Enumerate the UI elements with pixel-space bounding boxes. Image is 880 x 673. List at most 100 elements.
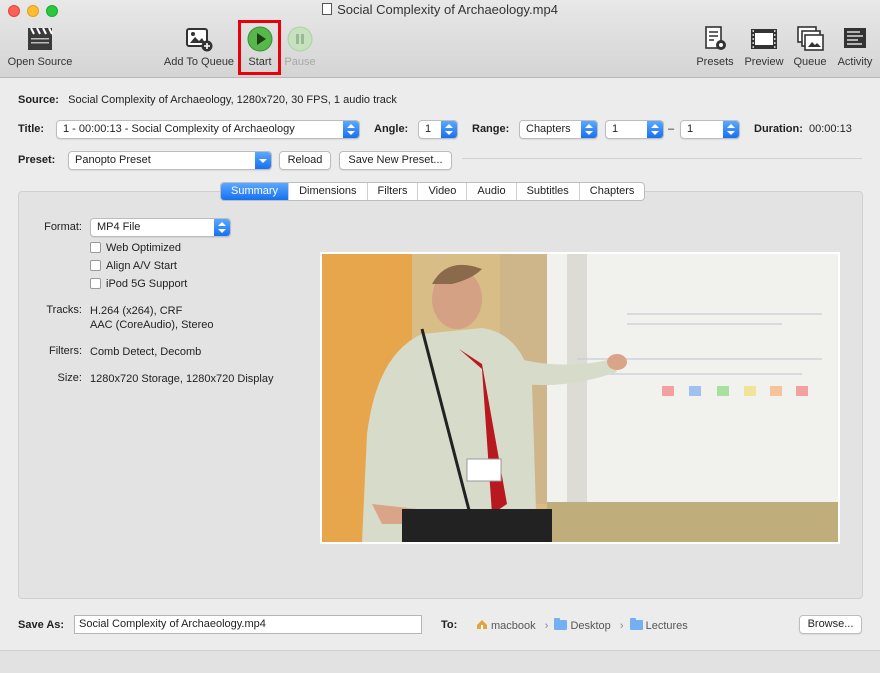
add-photo-icon xyxy=(186,28,213,52)
angle-select[interactable]: 1 xyxy=(418,120,458,139)
preview-button[interactable]: Preview xyxy=(740,24,788,68)
path-desktop-label: Desktop xyxy=(570,620,611,632)
size-value: 1280x720 Storage, 1280x720 Display xyxy=(90,373,274,385)
clapperboard-icon xyxy=(28,27,53,50)
source-label: Source: xyxy=(18,94,59,106)
web-optimized-box xyxy=(90,242,101,253)
range-type-value: Chapters xyxy=(526,123,571,135)
activity-button[interactable]: Activity xyxy=(833,24,877,68)
preset-select[interactable]: Panopto Preset xyxy=(68,151,272,170)
web-optimized-label: Web Optimized xyxy=(106,242,181,254)
path-lectures-segment[interactable]: Lectures xyxy=(629,618,688,632)
start-highlight-box xyxy=(238,20,281,75)
duration-row: Duration: 00:00:13 xyxy=(754,123,852,135)
angle-label: Angle: xyxy=(374,123,409,135)
open-source-label: Open Source xyxy=(7,56,73,68)
format-label: Format: xyxy=(44,221,82,233)
window-title: Social Complexity of Archaeology.mp4 xyxy=(337,2,558,17)
format-select[interactable]: MP4 File xyxy=(90,218,231,237)
filters-value: Comb Detect, Decomb xyxy=(90,346,202,358)
range-start-value: 1 xyxy=(612,123,619,135)
lectures-folder-icon xyxy=(629,618,643,630)
align-av-checkbox[interactable]: Align A/V Start xyxy=(90,260,177,272)
open-source-button[interactable]: Open Source xyxy=(5,24,75,68)
tab-video[interactable]: Video xyxy=(418,183,468,200)
preset-select-chevron-icon xyxy=(255,152,271,169)
tab-summary[interactable]: Summary xyxy=(221,183,290,200)
presets-label: Presets xyxy=(696,56,734,68)
window-title-bar: Social Complexity of Archaeology.mp4 xyxy=(0,2,880,17)
range-label: Range: xyxy=(472,123,510,135)
path-home-segment[interactable]: macbook xyxy=(476,619,536,632)
range-type-select[interactable]: Chapters xyxy=(519,120,598,139)
tracks-value: H.264 (x264), CRF AAC (CoreAudio), Stere… xyxy=(90,304,214,332)
save-as-label: Save As: xyxy=(18,619,65,631)
save-as-input[interactable]: Social Complexity of Archaeology.mp4 xyxy=(74,615,422,634)
align-av-label: Align A/V Start xyxy=(106,260,177,272)
path-lectures-label: Lectures xyxy=(645,620,688,632)
duration-value: 00:00:13 xyxy=(809,123,852,135)
status-bar xyxy=(0,650,880,673)
source-value: Social Complexity of Archaeology, 1280x7… xyxy=(68,94,397,106)
preset-label: Preset: xyxy=(18,154,56,166)
ipod-support-checkbox[interactable]: iPod 5G Support xyxy=(90,278,187,290)
browse-button[interactable]: Browse... xyxy=(799,615,862,634)
film-strip-icon xyxy=(751,29,777,49)
filters-label: Filters: xyxy=(49,345,82,357)
tab-subtitles[interactable]: Subtitles xyxy=(517,183,580,200)
range-start-arrows-icon xyxy=(647,121,663,138)
queue-button[interactable]: Queue xyxy=(790,24,830,68)
activity-label: Activity xyxy=(837,56,873,68)
tab-filters[interactable]: Filters xyxy=(368,183,419,200)
tracks-label: Tracks: xyxy=(46,304,82,316)
add-to-queue-button[interactable]: Add To Queue xyxy=(160,24,238,68)
tab-audio[interactable]: Audio xyxy=(467,183,517,200)
format-select-value: MP4 File xyxy=(97,221,141,233)
path-chevron-icon: › xyxy=(544,620,549,632)
pause-button[interactable]: Pause xyxy=(282,24,318,68)
add-to-queue-label: Add To Queue xyxy=(163,56,235,68)
reload-button[interactable]: Reload xyxy=(279,151,331,170)
activity-log-icon xyxy=(844,28,866,48)
home-icon xyxy=(477,620,487,629)
to-label: To: xyxy=(441,619,458,631)
tab-dimensions[interactable]: Dimensions xyxy=(289,183,368,200)
presets-gear-icon xyxy=(705,26,726,50)
title-select-value: 1 - 00:00:13 - Social Complexity of Arch… xyxy=(63,123,295,135)
range-end-select[interactable]: 1 xyxy=(680,120,740,139)
desktop-folder-icon xyxy=(554,618,568,630)
range-start-select[interactable]: 1 xyxy=(605,120,664,139)
window-toolbar: Social Complexity of Archaeology.mp4 Ope… xyxy=(0,0,880,78)
video-preview-image xyxy=(320,252,840,544)
presets-button[interactable]: Presets xyxy=(693,24,737,68)
angle-select-arrows-icon xyxy=(441,121,457,138)
range-dash: – xyxy=(668,123,675,135)
range-type-arrows-icon xyxy=(581,121,597,138)
web-optimized-checkbox[interactable]: Web Optimized xyxy=(90,242,181,254)
path-desktop-segment[interactable]: Desktop xyxy=(554,618,611,632)
pause-label: Pause xyxy=(284,56,316,68)
lecture-frame-illustration xyxy=(322,254,838,542)
ipod-support-label: iPod 5G Support xyxy=(106,278,188,290)
range-end-value: 1 xyxy=(687,123,694,135)
title-select[interactable]: 1 - 00:00:13 - Social Complexity of Arch… xyxy=(56,120,360,139)
queue-label: Queue xyxy=(793,56,827,68)
separator-line xyxy=(462,158,862,159)
format-select-arrows-icon xyxy=(214,219,230,236)
angle-select-value: 1 xyxy=(425,123,432,135)
settings-tabs: Summary Dimensions Filters Video Audio S… xyxy=(220,182,646,201)
align-av-box xyxy=(90,260,101,271)
save-new-preset-button[interactable]: Save New Preset... xyxy=(339,151,452,170)
tab-chapters[interactable]: Chapters xyxy=(580,183,645,200)
ipod-support-box xyxy=(90,278,101,289)
pause-icon xyxy=(287,26,313,52)
range-end-arrows-icon xyxy=(723,121,739,138)
destination-path[interactable]: macbook › Desktop › Lectures xyxy=(476,618,691,632)
queue-stack-icon xyxy=(797,26,824,51)
title-label: Title: xyxy=(18,123,45,135)
path-chevron-icon: › xyxy=(619,620,624,632)
size-label: Size: xyxy=(57,372,82,384)
preset-select-value: Panopto Preset xyxy=(75,154,151,166)
source-row: Source: Social Complexity of Archaeology… xyxy=(18,94,397,106)
tracks-video: H.264 (x264), CRF xyxy=(90,305,183,317)
